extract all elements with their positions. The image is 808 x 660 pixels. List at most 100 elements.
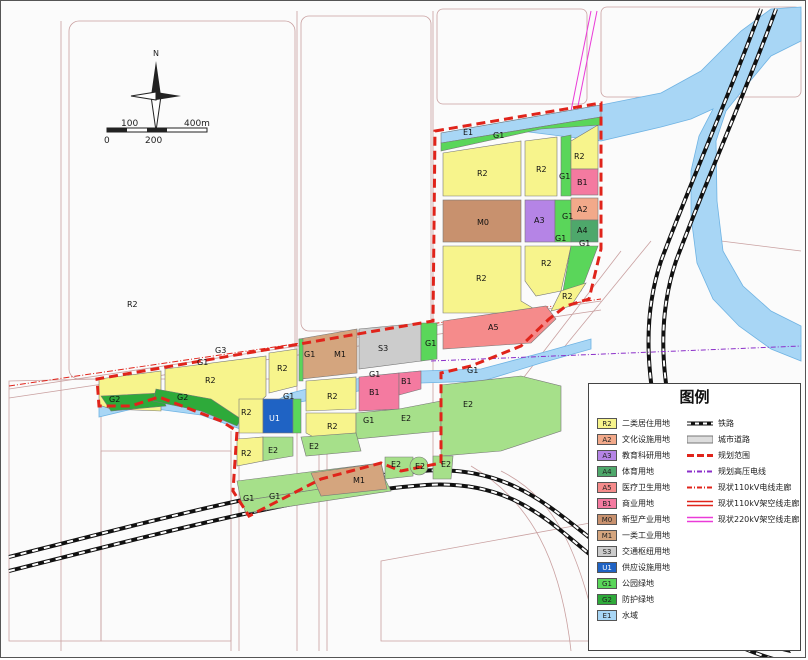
parcel-label: R2 [241,449,252,458]
boundary-line-icon [687,453,713,457]
parcel-label: G2 [177,393,188,402]
parcel-label: R2 [562,292,573,301]
scale-label-400: 400m [184,119,210,129]
legend-swatch: A4 [597,465,617,477]
legend-swatch: G2 [597,593,617,605]
legend-label: 文化设施用地 [622,434,670,444]
legend-label: 水域 [622,610,638,620]
parcel-label: M0 [477,218,489,227]
legend-label: 一类工业用地 [622,530,670,540]
parcel-label: G1 [197,358,208,367]
legend-label: 新型产业用地 [622,514,670,524]
legend-title: 图例 [679,388,710,406]
parcel-label: R2 [536,165,547,174]
legend: 图例 R2 二类居住用地 A2 文化设施用地 A3 教育科研用地 A4 体育用地… [588,383,801,651]
legend-label: 防护绿地 [622,594,654,604]
legend-swatch: E1 [597,609,617,621]
legend-label: 规划高压电线 [718,466,766,476]
parcel-label: U1 [269,414,280,423]
parcel-label: B1 [369,388,380,397]
legend-item-e1: E1 水域 [597,608,638,622]
parcel-label: E2 [391,460,401,469]
legend-label: 体育用地 [622,466,654,476]
parcel-label: R2 [327,392,338,401]
parcel-label: G1 [562,212,573,221]
scale-label-0: 0 [104,136,110,146]
parcel-label: G2 [109,395,120,404]
legend-item-m0: M0 新型产业用地 [597,512,670,526]
parcel-label: R2 [477,169,488,178]
legend-swatch: B1 [597,497,617,509]
legend-label: 现状110kV架空线走廊 [718,498,800,508]
parcel-label: G1 [243,494,254,503]
north-arrow-icon: N [130,49,181,132]
parcel-label: G1 [269,492,280,501]
scale-label-200: 200 [145,136,162,146]
parcel-label: E2 [268,446,278,455]
parcel-label: G1 [425,339,436,348]
parcel-label: R2 [205,376,216,385]
road-icon [687,435,713,443]
legend-item-hv-plan: 规划高压电线 [687,464,766,478]
legend-item-a4: A4 体育用地 [597,464,654,478]
parcel-label: A5 [488,323,499,332]
legend-item-g1: G1 公园绿地 [597,576,654,590]
legend-swatch: R2 [597,417,617,429]
legend-label: 二类居住用地 [622,418,670,428]
legend-label: 公园绿地 [622,578,654,588]
legend-swatch: M1 [597,529,617,541]
legend-label: 现状220kV架空线走廊 [718,514,800,524]
legend-label: 供应设施用地 [622,562,670,572]
parcel-label: M1 [353,476,365,485]
parcel-label: E2 [441,460,451,469]
parcel-label: G1 [555,234,566,243]
parcel-label: G1 [363,416,374,425]
parcel-label: R2 [127,300,138,309]
parcel-label: E1 [463,128,473,137]
parcel-label: A3 [534,216,545,225]
parcel-label: S3 [378,344,388,353]
legend-swatch: A2 [597,433,617,445]
parcel-label: R2 [241,408,252,417]
legend-swatch: S3 [597,545,617,557]
parcel-label: E2 [463,400,473,409]
railway-icon [687,421,713,425]
parcel-label: G1 [579,239,590,248]
overhead-line-icon [687,516,713,522]
legend-swatch: M0 [597,513,617,525]
parcel-label: G1 [467,366,478,375]
legend-swatch: A3 [597,449,617,461]
legend-item-220kv-overhead: 现状220kV架空线走廊 [687,512,799,526]
legend-swatch: U1 [597,561,617,573]
north-label: N [153,49,159,58]
legend-label: 规划范围 [718,450,750,460]
parcel-label: E2 [401,414,411,423]
parcel-label: R2 [476,274,487,283]
legend-label: 铁路 [718,418,734,428]
legend-swatch: A5 [597,481,617,493]
parcel-label: A2 [577,205,588,214]
legend-item-g2: G2 防护绿地 [597,592,654,606]
parcel-label: E2 [415,462,425,471]
legend-item-110kv-overhead: 现状110kV架空线走廊 [687,496,799,510]
legend-swatch: G1 [597,577,617,589]
legend-label: 交通枢纽用地 [622,546,670,556]
legend-item-a2: A2 文化设施用地 [597,432,670,446]
parcel-label: B1 [401,377,412,386]
land-use-map: N 100 400m 0 200 E1 G1 R2 R2 R2 B1 G1 M0… [0,0,806,658]
parcel-label: R2 [574,152,585,161]
legend-label: 商业用地 [622,498,654,508]
legend-item-a3: A3 教育科研用地 [597,448,670,462]
parcel-label: G1 [304,350,315,359]
parcel-label: G1 [369,370,380,379]
parcel-label: G3 [215,346,226,355]
parcel-label: R2 [277,364,288,373]
parcel-label: B1 [577,178,588,187]
overhead-line-icon [687,500,713,506]
legend-item-s3: S3 交通枢纽用地 [597,544,670,558]
legend-label: 医疗卫生用地 [622,482,670,492]
legend-item-road: 城市道路 [687,432,750,446]
legend-item-u1: U1 供应设施用地 [597,560,670,574]
parcel-label: M1 [334,350,346,359]
legend-label: 现状110kV电线走廊 [718,482,792,492]
